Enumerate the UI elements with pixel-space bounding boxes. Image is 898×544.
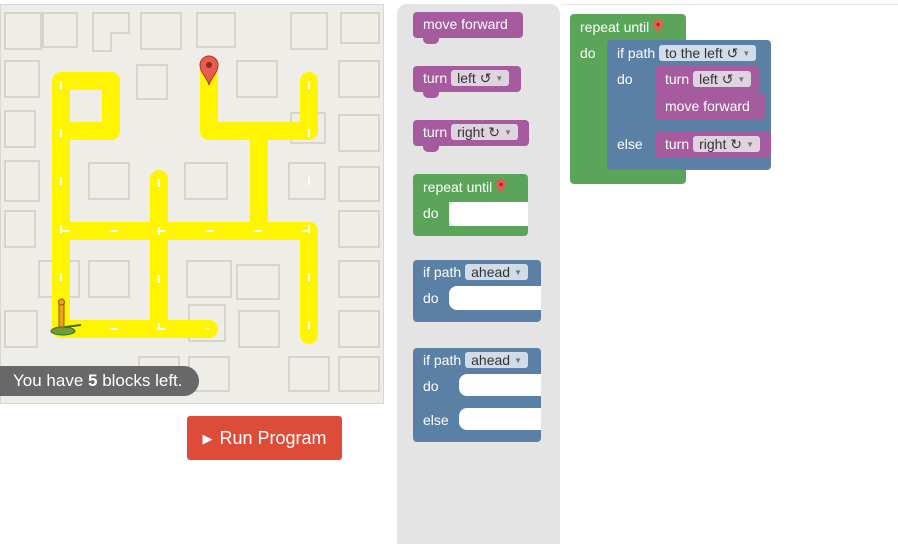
turn-direction-dropdown[interactable]: right ↻ ▼ xyxy=(451,124,518,140)
toolbox-move-forward-block[interactable]: move forward xyxy=(413,12,523,44)
dropdown-arrow-icon: ▼ xyxy=(514,356,522,365)
workspace-move-forward-block[interactable]: move forward xyxy=(655,93,765,120)
dropdown-arrow-icon: ▼ xyxy=(737,75,746,84)
turn-left-option: left ↺ xyxy=(457,70,492,86)
goal-pin-icon xyxy=(653,20,664,34)
workspace-turn-left-block[interactable]: turn left ↺ ▼ xyxy=(655,66,759,93)
turn-label: turn xyxy=(665,136,690,152)
if-path-label: if path xyxy=(423,352,462,368)
path-direction-dropdown[interactable]: ahead ▼ xyxy=(465,352,528,368)
path-direction-dropdown[interactable]: to the left ↺ ▼ xyxy=(659,45,757,61)
path-ahead-option: ahead xyxy=(471,264,511,280)
if-do-label: do xyxy=(617,71,633,87)
repeat-until-label: repeat until xyxy=(423,179,493,195)
dropdown-arrow-icon: ▼ xyxy=(503,128,512,137)
capacity-prefix: You have xyxy=(13,371,88,390)
maze-path xyxy=(52,62,318,344)
toolbox-turn-left-block[interactable]: turn left ↺ ▼ xyxy=(413,66,521,98)
goal-pin-icon xyxy=(496,180,507,194)
workspace-turn-right-block[interactable]: turn right ↻ ▼ xyxy=(655,131,771,158)
turn-label: turn xyxy=(665,71,690,87)
turn-left-option: left ↺ xyxy=(699,71,734,87)
block-connector xyxy=(423,38,439,44)
turn-direction-dropdown[interactable]: right ↻ ▼ xyxy=(693,136,760,152)
dropdown-arrow-icon: ▼ xyxy=(742,49,751,58)
run-program-button[interactable]: ▶ Run Program xyxy=(187,416,342,460)
blocks-left-counter: You have 5 blocks left. xyxy=(0,366,199,396)
turn-label: turn xyxy=(423,70,448,86)
dropdown-arrow-icon: ▼ xyxy=(514,268,522,277)
if-path-label: if path xyxy=(617,45,656,61)
else-label: else xyxy=(423,412,449,428)
dropdown-arrow-icon: ▼ xyxy=(495,74,504,83)
turn-direction-dropdown[interactable]: left ↺ ▼ xyxy=(693,71,752,87)
block-connector xyxy=(423,146,439,152)
move-forward-label: move forward xyxy=(665,98,750,114)
turn-direction-dropdown[interactable]: left ↺ ▼ xyxy=(451,70,510,86)
path-left-option: to the left ↺ xyxy=(665,45,739,61)
capacity-suffix: blocks left. xyxy=(97,371,183,390)
path-ahead-option: ahead xyxy=(471,352,511,368)
repeat-until-label: repeat until xyxy=(580,19,650,35)
maze-board xyxy=(0,4,384,404)
if-path-label: if path xyxy=(423,264,462,280)
repeat-do-label: do xyxy=(580,45,596,61)
turn-right-option: right ↻ xyxy=(457,124,500,140)
block-toolbox: move forward turn left ↺ ▼ turn right ↻ ▼ re… xyxy=(397,4,560,544)
run-program-label: Run Program xyxy=(219,427,327,448)
path-direction-dropdown[interactable]: ahead ▼ xyxy=(465,264,528,280)
dropdown-arrow-icon: ▼ xyxy=(745,140,754,149)
move-forward-label: move forward xyxy=(423,16,508,32)
if-do-label: do xyxy=(423,378,439,394)
else-label: else xyxy=(617,136,643,152)
turn-label: turn xyxy=(423,124,448,140)
repeat-do-label: do xyxy=(423,205,439,221)
maze-svg xyxy=(4,12,380,392)
play-icon: ▶ xyxy=(202,430,213,446)
toolbox-turn-right-block[interactable]: turn right ↻ ▼ xyxy=(413,120,529,152)
turn-right-option: right ↻ xyxy=(699,136,742,152)
workspace-divider xyxy=(561,4,898,5)
block-connector xyxy=(423,92,439,98)
if-do-label: do xyxy=(423,290,439,306)
